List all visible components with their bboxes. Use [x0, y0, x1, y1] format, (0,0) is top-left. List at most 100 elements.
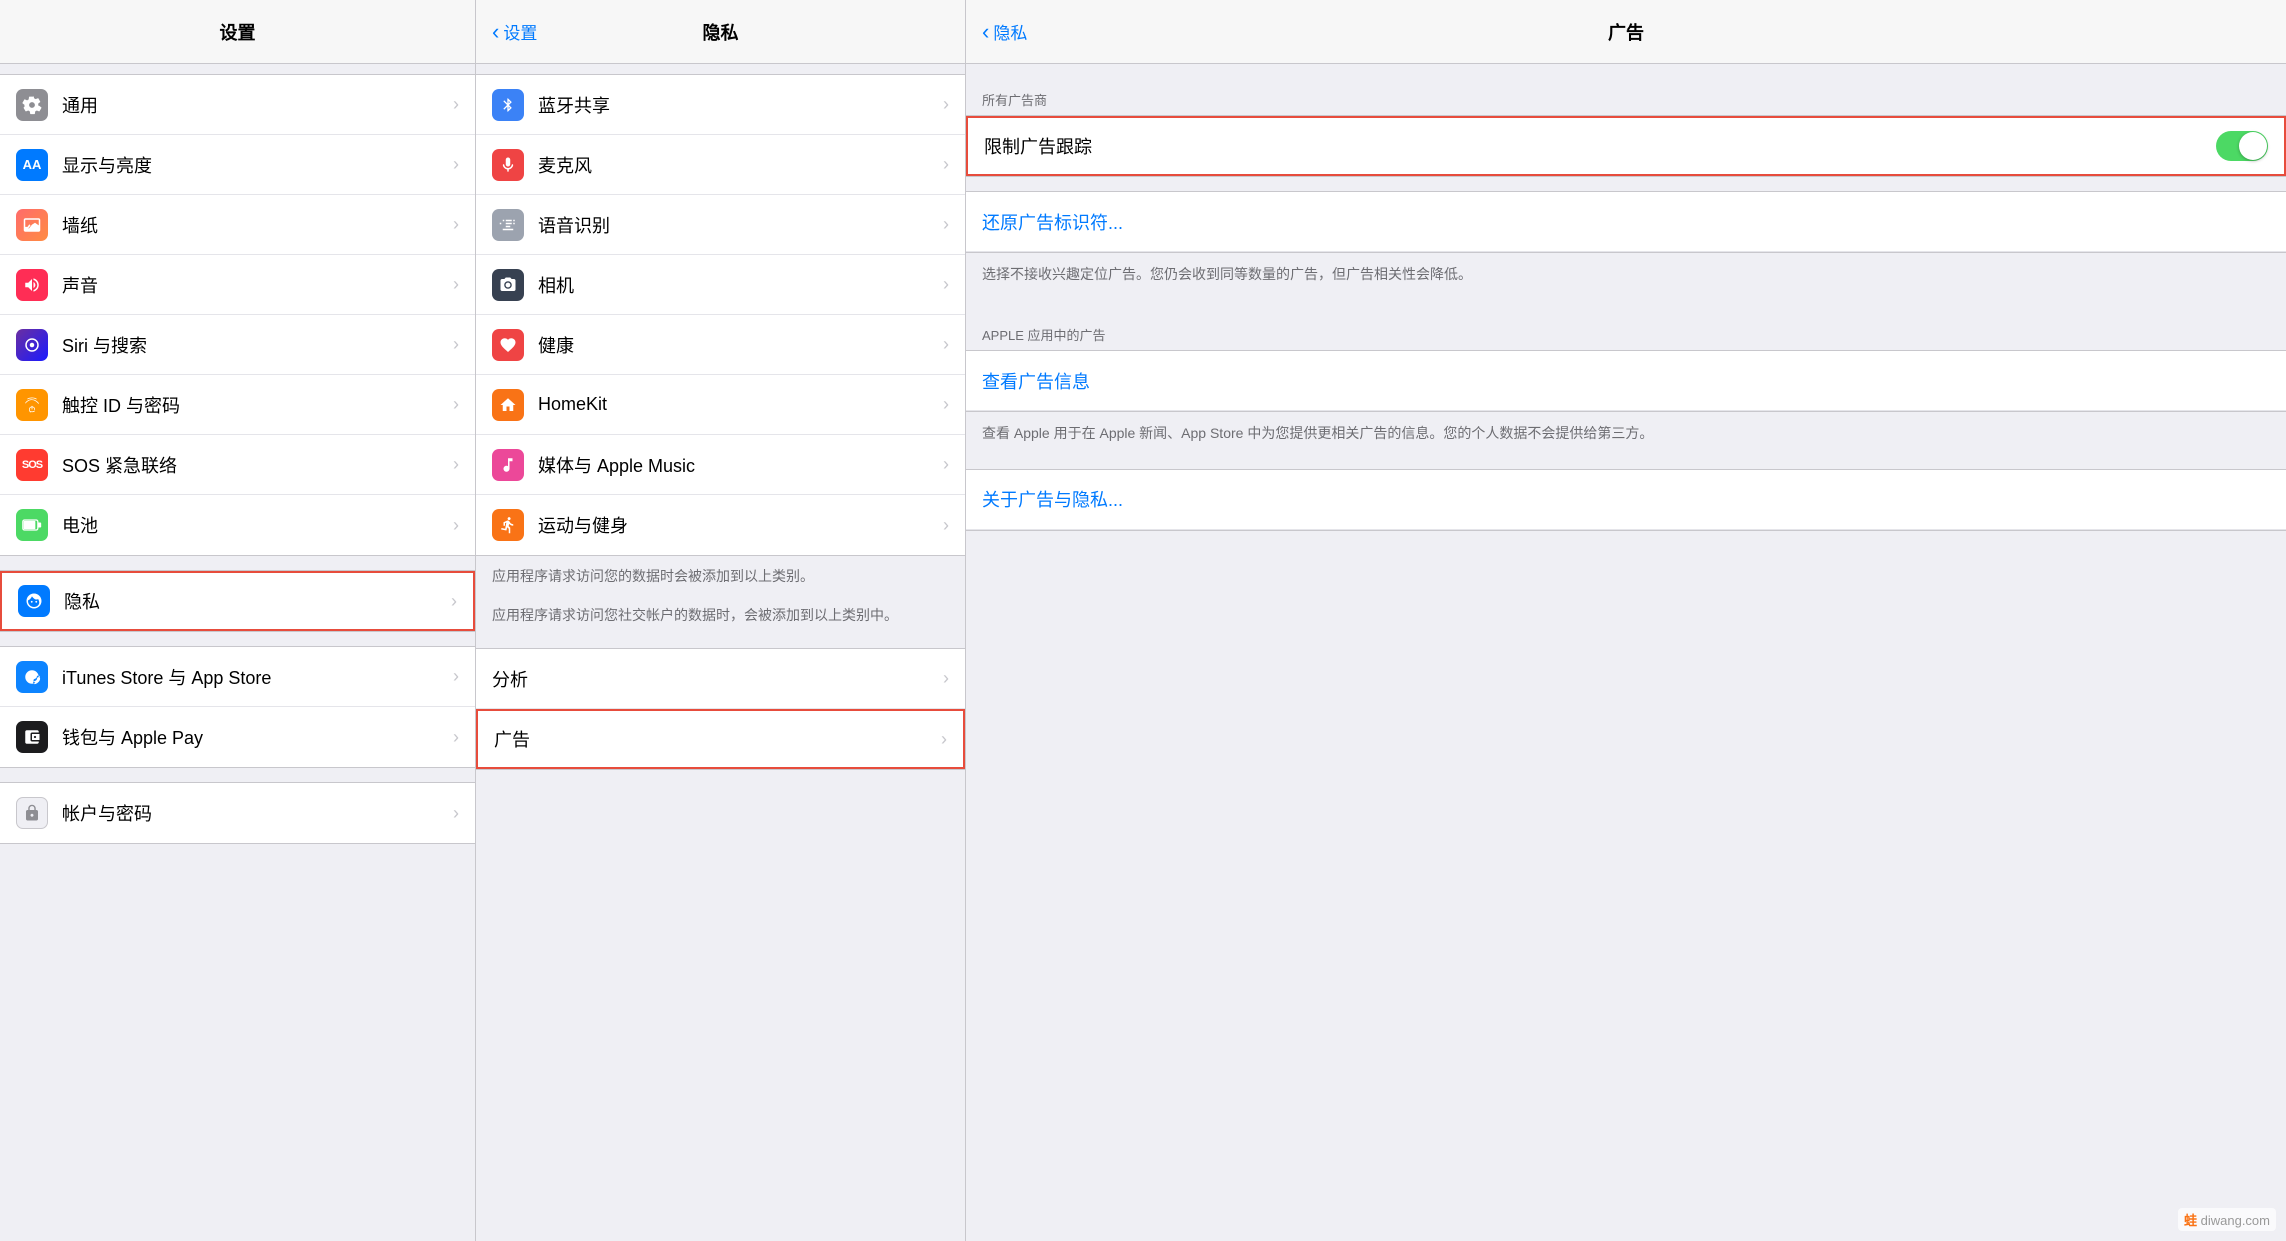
speech-label: 语音识别	[538, 212, 937, 238]
ads-section-view-info: 查看广告信息	[966, 350, 2286, 412]
settings-row-general[interactable]: 通用 ›	[0, 75, 475, 135]
siri-label: Siri 与搜索	[62, 332, 447, 358]
privacy-row-health[interactable]: 健康 ›	[476, 315, 965, 375]
toggle-knob	[2239, 132, 2267, 160]
privacy-row-ads[interactable]: 广告 ›	[476, 709, 965, 769]
settings-row-siri[interactable]: Siri 与搜索 ›	[0, 315, 475, 375]
health-chevron: ›	[943, 334, 949, 355]
settings-row-account[interactable]: 帐户与密码 ›	[0, 783, 475, 843]
ads-row-view-info[interactable]: 查看广告信息	[966, 351, 2286, 411]
analytics-label: 分析	[492, 666, 937, 692]
privacy-panel: ‹ 设置 隐私 蓝牙共享 › 麦克风 ›	[476, 0, 966, 1241]
sound-chevron: ›	[453, 274, 459, 295]
sound-icon	[16, 269, 48, 301]
ads-chevron: ›	[941, 729, 947, 750]
battery-label: 电池	[62, 512, 447, 538]
privacy-section-2: 分析 › 广告 ›	[476, 648, 965, 770]
about-ad-label[interactable]: 关于广告与隐私...	[982, 486, 1123, 512]
bluetooth-icon	[492, 89, 524, 121]
microphone-chevron: ›	[943, 154, 949, 175]
wallet-icon	[16, 721, 48, 753]
ads-title: 广告	[1608, 19, 1644, 45]
privacy-row-analytics[interactable]: 分析 ›	[476, 649, 965, 709]
ads-section-label-2: APPLE 应用中的广告	[966, 309, 2286, 350]
motion-chevron: ›	[943, 515, 949, 536]
privacy-back-button[interactable]: ‹ 设置	[492, 19, 537, 44]
settings-panel: 设置 通用 › AA 显示与亮度 › 墙纸 ›	[0, 0, 476, 1241]
privacy-list: 蓝牙共享 › 麦克风 › 语音识别 ›	[476, 64, 965, 1241]
siri-icon	[16, 329, 48, 361]
battery-icon	[16, 509, 48, 541]
homekit-icon	[492, 389, 524, 421]
settings-row-display[interactable]: AA 显示与亮度 ›	[0, 135, 475, 195]
ads-row-about[interactable]: 关于广告与隐私...	[966, 470, 2286, 530]
settings-section-1: 通用 › AA 显示与亮度 › 墙纸 › 声音 ›	[0, 74, 475, 556]
speech-icon	[492, 209, 524, 241]
settings-nav-bar: 设置	[0, 0, 475, 64]
health-icon	[492, 329, 524, 361]
sos-label: SOS 紧急联络	[62, 452, 447, 478]
media-icon	[492, 449, 524, 481]
ads-desc-1: 选择不接收兴趣定位广告。您仍会收到同等数量的广告，但广告相关性会降低。	[966, 253, 2286, 295]
analytics-chevron: ›	[943, 668, 949, 689]
ads-back-chevron: ‹	[982, 21, 989, 43]
account-chevron: ›	[453, 803, 459, 824]
settings-section-account: 帐户与密码 ›	[0, 782, 475, 844]
display-label: 显示与亮度	[62, 152, 447, 178]
settings-title: 设置	[220, 19, 256, 45]
sos-chevron: ›	[453, 454, 459, 475]
sound-label: 声音	[62, 272, 447, 298]
privacy-row-speech[interactable]: 语音识别 ›	[476, 195, 965, 255]
privacy-back-label: 设置	[503, 19, 537, 44]
ads-row-limit[interactable]: 限制广告跟踪	[966, 116, 2286, 176]
siri-chevron: ›	[453, 334, 459, 355]
settings-row-itunes[interactable]: iTunes Store 与 App Store ›	[0, 647, 475, 707]
reset-ad-label[interactable]: 还原广告标识符...	[982, 209, 1123, 235]
privacy-chevron: ›	[451, 591, 457, 612]
privacy-row-microphone[interactable]: 麦克风 ›	[476, 135, 965, 195]
wallpaper-label: 墙纸	[62, 212, 447, 238]
privacy-row-media[interactable]: 媒体与 Apple Music ›	[476, 435, 965, 495]
privacy-row-camera[interactable]: 相机 ›	[476, 255, 965, 315]
bluetooth-label: 蓝牙共享	[538, 92, 937, 118]
homekit-chevron: ›	[943, 394, 949, 415]
itunes-label: iTunes Store 与 App Store	[62, 664, 447, 690]
ads-nav-bar: ‹ 隐私 广告	[966, 0, 2286, 64]
privacy-back-chevron: ‹	[492, 21, 499, 43]
privacy-row-motion[interactable]: 运动与健身 ›	[476, 495, 965, 555]
speech-chevron: ›	[943, 214, 949, 235]
privacy-label: 隐私	[64, 588, 445, 614]
display-icon: AA	[16, 149, 48, 181]
health-label: 健康	[538, 332, 937, 358]
privacy-section-1: 蓝牙共享 › 麦克风 › 语音识别 ›	[476, 74, 965, 556]
privacy-note-1: 应用程序请求访问您的数据时会被添加到以上类别。	[476, 556, 965, 595]
general-label: 通用	[62, 92, 447, 118]
view-ad-info-label[interactable]: 查看广告信息	[982, 368, 1090, 394]
account-label: 帐户与密码	[62, 800, 447, 826]
media-chevron: ›	[943, 454, 949, 475]
itunes-icon	[16, 661, 48, 693]
settings-row-touchid[interactable]: 触控 ID 与密码 ›	[0, 375, 475, 435]
settings-row-sos[interactable]: SOS SOS 紧急联络 ›	[0, 435, 475, 495]
motion-icon	[492, 509, 524, 541]
wallet-chevron: ›	[453, 727, 459, 748]
settings-row-wallpaper[interactable]: 墙纸 ›	[0, 195, 475, 255]
privacy-row-bluetooth[interactable]: 蓝牙共享 ›	[476, 75, 965, 135]
ads-section-label-1: 所有广告商	[966, 74, 2286, 115]
wallpaper-chevron: ›	[453, 214, 459, 235]
privacy-row-homekit[interactable]: HomeKit ›	[476, 375, 965, 435]
settings-row-sound[interactable]: 声音 ›	[0, 255, 475, 315]
ads-row-reset[interactable]: 还原广告标识符...	[966, 192, 2286, 252]
wallet-label: 钱包与 Apple Pay	[62, 724, 447, 750]
settings-row-wallet[interactable]: 钱包与 Apple Pay ›	[0, 707, 475, 767]
limit-ad-toggle[interactable]	[2216, 131, 2268, 161]
itunes-chevron: ›	[453, 666, 459, 687]
settings-row-battery[interactable]: 电池 ›	[0, 495, 475, 555]
account-icon	[16, 797, 48, 829]
settings-row-privacy[interactable]: 隐私 ›	[0, 571, 475, 631]
general-chevron: ›	[453, 94, 459, 115]
camera-label: 相机	[538, 272, 937, 298]
display-chevron: ›	[453, 154, 459, 175]
ads-back-button[interactable]: ‹ 隐私	[982, 19, 1027, 44]
ads-section-reset: 还原广告标识符...	[966, 191, 2286, 253]
